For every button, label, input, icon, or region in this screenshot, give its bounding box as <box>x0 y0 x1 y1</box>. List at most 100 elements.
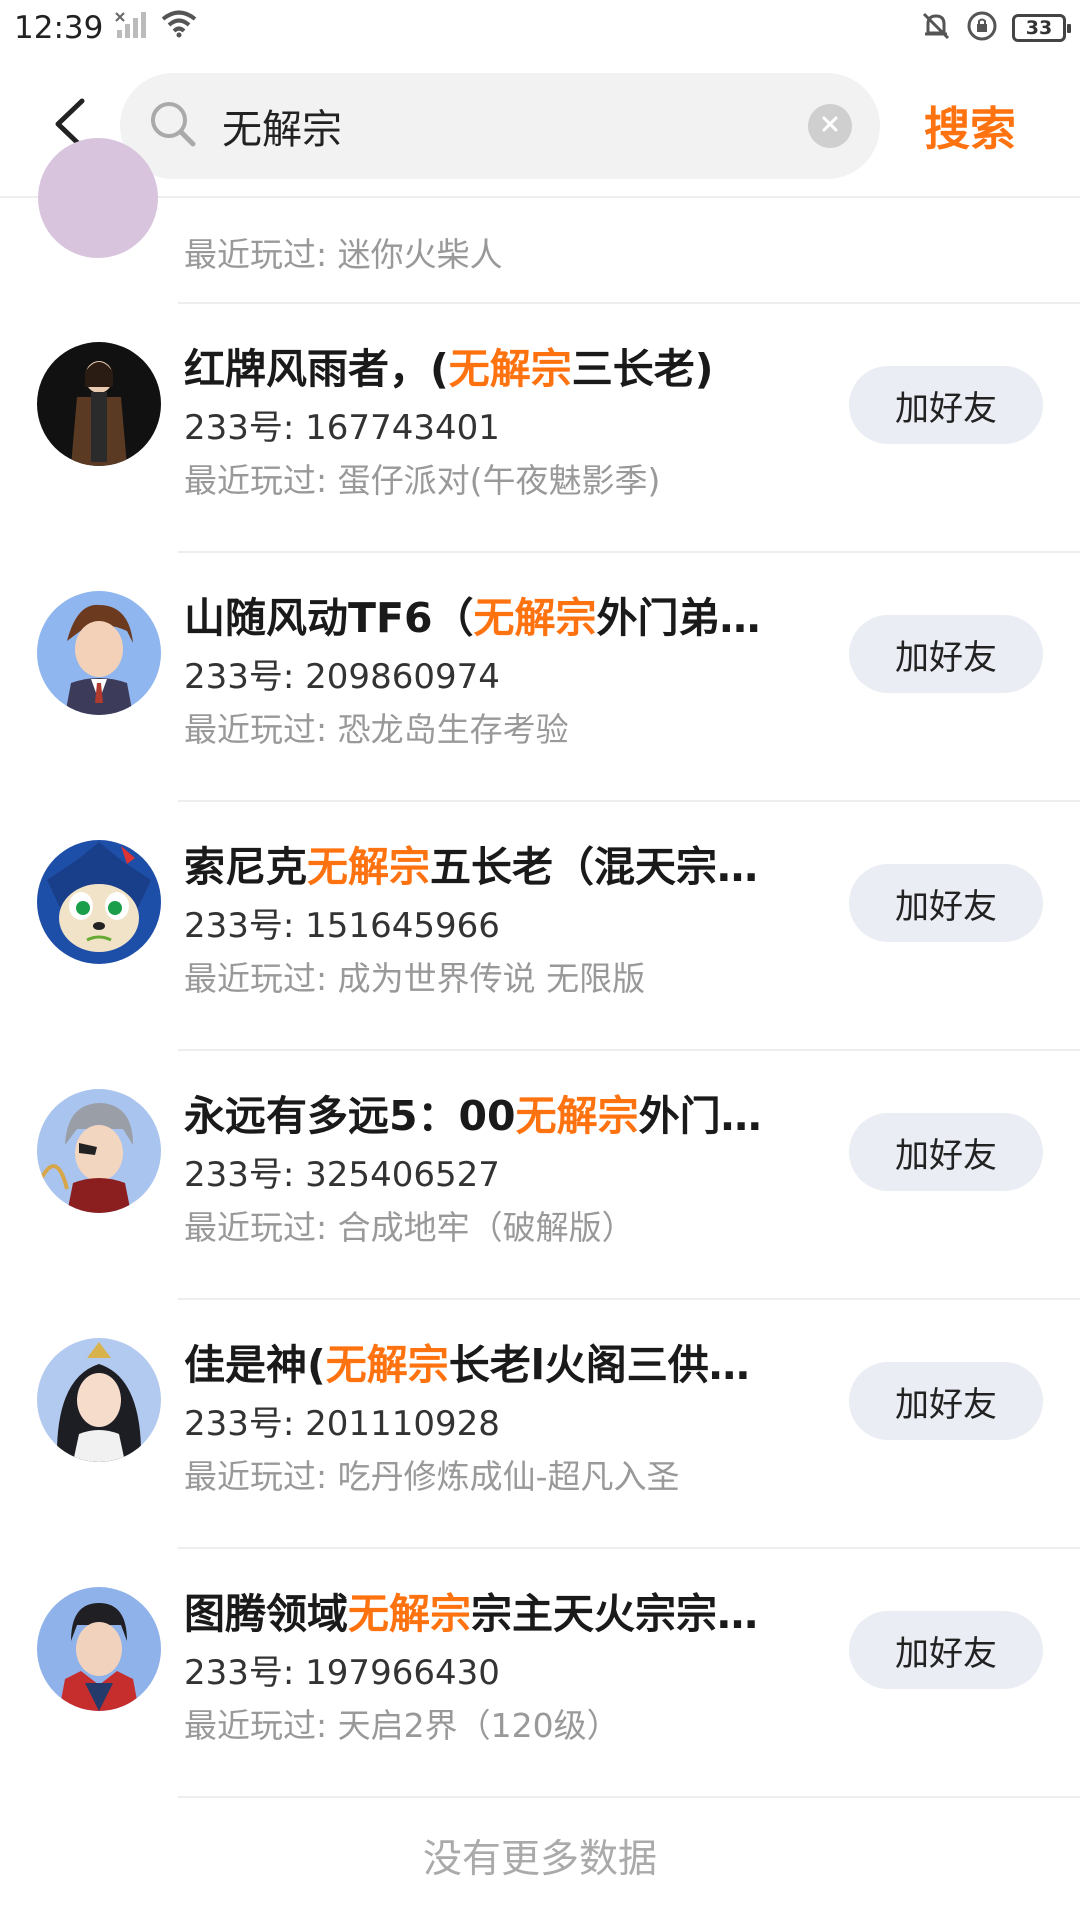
id-prefix: 233号: <box>184 1155 306 1195</box>
id-prefix: 233号: <box>184 408 306 448</box>
recent-played: 最近玩过: 天启2界（120级） <box>184 1703 794 1749</box>
avatar <box>37 342 161 466</box>
nickname-highlight: 无解宗 <box>448 345 572 393</box>
recent-game: 天启2界（120级） <box>337 1706 620 1745</box>
nickname: 图腾领域无解宗宗主天火宗宗… <box>184 1585 794 1643</box>
list-item[interactable]: 索尼克无解宗五长老（混天宗… 233号: 151645966 最近玩过: 成为世… <box>0 802 1080 1051</box>
recent-prefix: 最近玩过: <box>184 461 338 500</box>
divider <box>178 1796 1080 1798</box>
add-friend-button[interactable]: 加好友 <box>849 864 1043 942</box>
id-value: 151645966 <box>305 906 500 946</box>
id-prefix: 233号: <box>184 657 306 697</box>
signal-icon <box>115 10 149 46</box>
avatar <box>37 591 161 715</box>
nickname-part: 五长老（混天宗… <box>430 843 758 891</box>
nickname: 山随风动TF6（无解宗外门弟… <box>184 589 794 647</box>
recent-game: 迷你火柴人 <box>337 235 503 274</box>
list-item[interactable]: 永远有多远5：00无解宗外门… 233号: 325406527 最近玩过: 合成… <box>0 1051 1080 1300</box>
recent-game: 蛋仔派对(午夜魅影季) <box>337 461 661 500</box>
nickname-part: 山随风动TF6（ <box>184 594 474 642</box>
recent-played: 最近玩过: 迷你火柴人 <box>184 228 503 276</box>
id-value: 167743401 <box>305 408 500 448</box>
user-id: 233号: 197966430 <box>184 1649 794 1697</box>
add-friend-button[interactable]: 加好友 <box>849 1611 1043 1689</box>
battery-level: 33 <box>1025 17 1053 39</box>
rotation-lock-icon <box>966 10 998 46</box>
nickname: 佳是神(无解宗长老l火阁三供… <box>184 1336 794 1394</box>
nickname-part: 外门弟… <box>596 594 761 642</box>
id-value: 201110928 <box>305 1404 500 1444</box>
nickname-part: 宗主天火宗宗… <box>471 1590 758 1638</box>
nickname-part: 外门… <box>638 1092 762 1140</box>
search-icon <box>148 99 198 153</box>
avatar <box>38 138 158 258</box>
recent-prefix: 最近玩过: <box>184 235 338 274</box>
recent-played: 最近玩过: 蛋仔派对(午夜魅影季) <box>184 458 794 504</box>
recent-game: 成为世界传说 无限版 <box>337 959 646 998</box>
status-bar: 12:39 33 <box>0 0 1080 56</box>
search-header: 搜索 <box>0 56 1080 198</box>
recent-prefix: 最近玩过: <box>184 1208 338 1247</box>
nickname-part: 永远有多远5：00 <box>184 1092 516 1140</box>
nickname: 永远有多远5：00无解宗外门… <box>184 1087 794 1145</box>
results-list: 最近玩过: 迷你火柴人 红牌风雨者，(无解宗三长老) 233号: 1677434… <box>0 138 1080 1884</box>
user-id: 233号: 151645966 <box>184 902 794 950</box>
avatar <box>37 1587 161 1711</box>
wifi-icon <box>161 10 197 46</box>
avatar <box>37 1338 161 1462</box>
battery-icon: 33 <box>1012 14 1071 42</box>
avatar <box>37 840 161 964</box>
list-item[interactable]: 图腾领域无解宗宗主天火宗宗… 233号: 197966430 最近玩过: 天启2… <box>0 1549 1080 1798</box>
nickname: 红牌风雨者，(无解宗三长老) <box>184 340 794 398</box>
search-submit-button[interactable]: 搜索 <box>924 93 1016 159</box>
search-input[interactable] <box>220 102 808 150</box>
nickname-highlight: 无解宗 <box>515 1092 639 1140</box>
user-id: 233号: 209860974 <box>184 653 794 701</box>
recent-played: 最近玩过: 吃丹修炼成仙-超凡入圣 <box>184 1454 794 1500</box>
nickname-part: 三长老) <box>571 345 714 393</box>
id-value: 197966430 <box>305 1653 500 1693</box>
list-item[interactable]: 红牌风雨者，(无解宗三长老) 233号: 167743401 最近玩过: 蛋仔派… <box>0 304 1080 553</box>
list-item[interactable]: 佳是神(无解宗长老l火阁三供… 233号: 201110928 最近玩过: 吃丹… <box>0 1300 1080 1549</box>
id-value: 209860974 <box>305 657 500 697</box>
mute-bell-icon <box>920 10 952 46</box>
nickname-part: 佳是神( <box>184 1341 326 1389</box>
nickname-highlight: 无解宗 <box>348 1590 471 1638</box>
clear-search-button[interactable] <box>808 104 852 148</box>
user-id: 233号: 167743401 <box>184 404 794 452</box>
nickname-part: 长老l火阁三供… <box>448 1341 750 1389</box>
add-friend-button[interactable]: 加好友 <box>849 1362 1043 1440</box>
nickname-highlight: 无解宗 <box>473 594 597 642</box>
nickname: 索尼克无解宗五长老（混天宗… <box>184 838 794 896</box>
recent-prefix: 最近玩过: <box>184 959 338 998</box>
recent-prefix: 最近玩过: <box>184 710 338 749</box>
close-icon <box>820 114 840 138</box>
nickname-highlight: 无解宗 <box>307 843 430 891</box>
user-id: 233号: 325406527 <box>184 1151 794 1199</box>
list-item[interactable]: 山随风动TF6（无解宗外门弟… 233号: 209860974 最近玩过: 恐龙… <box>0 553 1080 802</box>
nickname-part: 红牌风雨者，( <box>184 345 449 393</box>
avatar <box>37 1089 161 1213</box>
recent-prefix: 最近玩过: <box>184 1457 338 1496</box>
user-id: 233号: 201110928 <box>184 1400 794 1448</box>
recent-played: 最近玩过: 合成地牢（破解版） <box>184 1205 794 1251</box>
recent-prefix: 最近玩过: <box>184 1706 338 1745</box>
no-more-data-text: 没有更多数据 <box>422 1837 657 1882</box>
id-prefix: 233号: <box>184 1404 306 1444</box>
add-friend-button[interactable]: 加好友 <box>849 1113 1043 1191</box>
recent-played: 最近玩过: 恐龙岛生存考验 <box>184 707 794 753</box>
recent-played: 最近玩过: 成为世界传说 无限版 <box>184 956 794 1002</box>
id-prefix: 233号: <box>184 1653 306 1693</box>
search-box[interactable] <box>120 73 880 179</box>
recent-game: 吃丹修炼成仙-超凡入圣 <box>337 1457 680 1496</box>
nickname-part: 图腾领域 <box>184 1590 348 1638</box>
add-friend-button[interactable]: 加好友 <box>849 615 1043 693</box>
nickname-highlight: 无解宗 <box>325 1341 449 1389</box>
add-friend-button[interactable]: 加好友 <box>849 366 1043 444</box>
partial-result-row[interactable]: 最近玩过: 迷你火柴人 <box>38 138 1080 304</box>
id-value: 325406527 <box>305 1155 500 1195</box>
id-prefix: 233号: <box>184 906 306 946</box>
recent-game: 合成地牢（破解版） <box>337 1208 635 1247</box>
recent-game: 恐龙岛生存考验 <box>337 710 569 749</box>
status-time: 12:39 <box>14 10 104 46</box>
